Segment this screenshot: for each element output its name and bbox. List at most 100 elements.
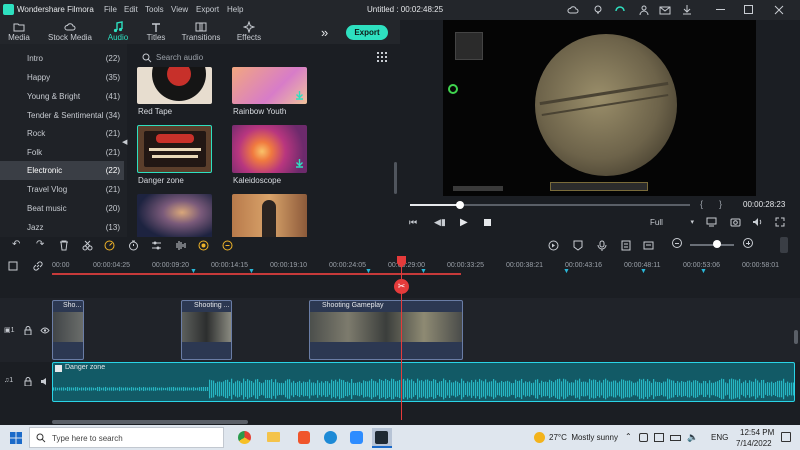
maximize-button[interactable] (744, 5, 753, 14)
audio-thumb-red-tape[interactable] (137, 67, 212, 104)
audio-thumb-danger-zone[interactable] (137, 125, 212, 173)
marker-icon[interactable]: ▼ (248, 268, 255, 275)
video-clip[interactable]: Shooting Gameplay (309, 300, 463, 360)
zoom-in-icon[interactable] (743, 238, 753, 248)
download-icon[interactable] (295, 158, 304, 168)
category-item[interactable]: Beat music (20) (0, 199, 124, 218)
category-item[interactable]: Rock (21) (0, 124, 124, 143)
duration-icon[interactable] (128, 240, 139, 251)
menu-tools[interactable]: Tools (145, 5, 164, 14)
speed-icon[interactable] (104, 240, 115, 251)
add-track-icon[interactable] (8, 261, 18, 271)
tab-stock-media[interactable]: Stock Media (46, 20, 94, 44)
category-item[interactable]: Intro (22) (0, 49, 124, 68)
speaker-icon[interactable] (40, 377, 49, 386)
audio-thumb-portrait[interactable] (232, 194, 307, 240)
redo-icon[interactable]: ↷ (36, 239, 44, 250)
clock-date[interactable]: 7/14/2022 (736, 439, 772, 448)
collapse-panel-icon[interactable]: ◀ (122, 138, 127, 146)
cloud-icon[interactable] (567, 4, 579, 16)
language-indicator[interactable]: ENG (711, 433, 728, 442)
marker-icon[interactable]: ▼ (700, 268, 707, 275)
side-scrollbar[interactable] (794, 330, 798, 344)
category-item[interactable]: Tender & Sentimental (34) (0, 106, 124, 125)
split-scissors-icon[interactable]: ✂ (394, 279, 409, 294)
audio-clip[interactable]: Danger zone (52, 362, 795, 402)
step-back-icon[interactable]: ⏮ (409, 217, 417, 228)
download-icon[interactable] (295, 90, 304, 100)
mail-icon[interactable] (659, 4, 671, 16)
headset-icon[interactable] (614, 4, 626, 16)
more-tabs-icon[interactable]: » (321, 25, 328, 40)
tab-effects[interactable]: Effects (234, 20, 264, 44)
chrome-icon[interactable] (238, 431, 251, 444)
bulb-icon[interactable] (592, 4, 604, 16)
mark-in-icon[interactable]: { (700, 199, 703, 209)
zoom-out-icon[interactable] (672, 238, 682, 248)
menu-export[interactable]: Export (196, 5, 219, 14)
media-scrollbar[interactable] (394, 162, 397, 194)
tab-titles[interactable]: Titles (143, 20, 169, 44)
filmora-taskbar-icon[interactable] (372, 428, 392, 448)
notification-icon[interactable] (781, 432, 791, 442)
category-item[interactable]: Happy (35) (0, 68, 124, 87)
display-icon[interactable] (706, 217, 717, 227)
audio-mixer-icon[interactable] (175, 240, 186, 251)
timeline-scrollbar[interactable] (52, 420, 248, 424)
audio-thumb-rainbow-youth[interactable] (232, 67, 307, 104)
mixer-icon[interactable] (621, 240, 631, 251)
eye-icon[interactable] (40, 327, 50, 334)
speaker-icon[interactable]: 🔈 (687, 432, 698, 443)
audio-thumb-kaleidoscope[interactable] (232, 125, 307, 173)
lock-icon[interactable] (24, 377, 32, 386)
brave-icon[interactable] (298, 431, 310, 444)
timeline-scrollbar-vertical[interactable] (780, 237, 788, 253)
undo-icon[interactable]: ↶ (12, 239, 20, 250)
play-icon[interactable]: ▶ (460, 217, 468, 228)
download-icon[interactable] (681, 4, 693, 16)
color-match-icon[interactable] (198, 240, 209, 251)
cut-icon[interactable] (82, 240, 93, 251)
mic-icon[interactable] (597, 240, 607, 251)
adjust-icon[interactable] (151, 240, 162, 251)
marker-icon[interactable]: ▼ (365, 268, 372, 275)
network-icon[interactable] (654, 433, 664, 442)
render-icon[interactable] (548, 240, 559, 251)
mark-out-icon[interactable]: } (719, 199, 722, 209)
zoom-slider-track[interactable] (690, 244, 734, 246)
quality-select[interactable]: Full ▾ (650, 218, 696, 229)
video-clip[interactable]: Shooting ... (181, 300, 232, 360)
voiceover-icon[interactable] (643, 240, 654, 251)
tray-icon[interactable] (639, 433, 648, 442)
stop-icon[interactable] (484, 219, 491, 226)
marker-icon[interactable]: ▼ (420, 268, 427, 275)
volume-icon[interactable] (752, 217, 763, 227)
export-button[interactable]: Export (346, 25, 388, 40)
category-item[interactable]: Travel Vlog (21) (0, 180, 124, 199)
snapshot-icon[interactable] (730, 217, 741, 227)
file-explorer-icon[interactable] (267, 432, 280, 442)
search-audio-input[interactable]: Search audio (156, 53, 346, 62)
zoom-slider-handle[interactable] (713, 240, 721, 248)
speech-to-text-icon[interactable] (222, 240, 233, 251)
account-icon[interactable] (638, 4, 650, 16)
playback-progress-handle[interactable] (456, 201, 465, 209)
clock-time[interactable]: 12:54 PM (740, 428, 774, 437)
fullscreen-icon[interactable] (775, 217, 785, 227)
playback-progress-track[interactable] (410, 201, 690, 209)
menu-view[interactable]: View (171, 5, 188, 14)
battery-icon[interactable] (670, 435, 681, 441)
marker-icon[interactable] (573, 240, 583, 251)
menu-edit[interactable]: Edit (124, 5, 138, 14)
link-icon[interactable] (33, 261, 43, 271)
category-item-electronic[interactable]: Electronic (22) (0, 161, 124, 180)
delete-icon[interactable] (59, 240, 69, 251)
tray-chevron-icon[interactable]: ⌃ (625, 432, 632, 441)
tab-audio[interactable]: Audio (104, 20, 132, 44)
marker-icon[interactable]: ▼ (190, 268, 197, 275)
close-icon[interactable] (774, 5, 784, 15)
weather-text[interactable]: 27°C Mostly sunny (549, 433, 618, 442)
audio-thumb-galaxy[interactable] (137, 194, 212, 240)
menu-help[interactable]: Help (227, 5, 243, 14)
category-item[interactable]: Jazz (13) (0, 218, 124, 237)
